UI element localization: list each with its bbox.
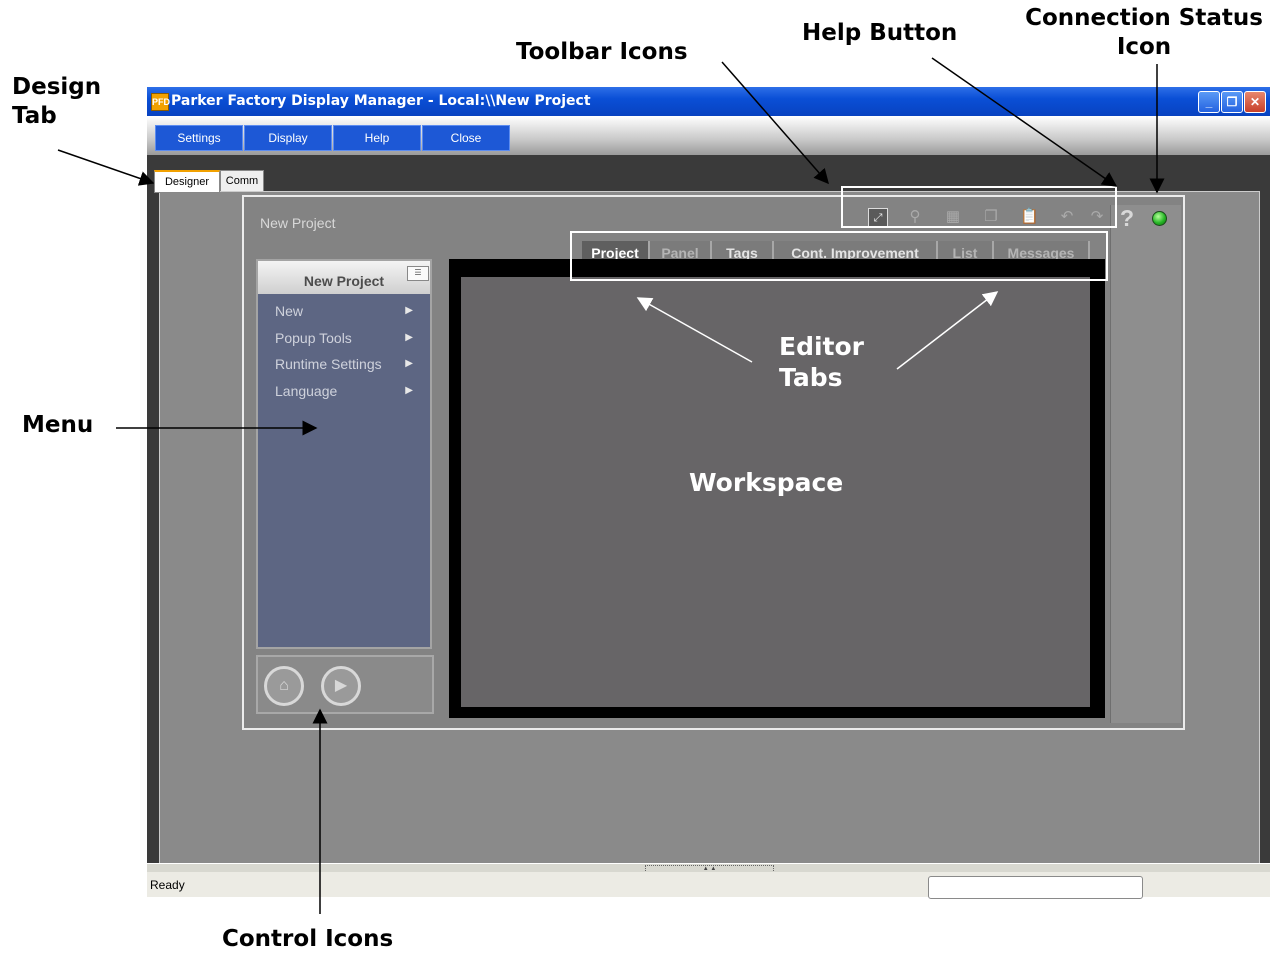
arrow-toolbar-icons [721,61,829,185]
arrow-help-button [931,57,1118,187]
tab-designer[interactable]: Designer [154,170,220,193]
arrow-editor-tabs-left [636,297,753,363]
arrow-editor-tabs-right [896,291,999,370]
arrow-design-tab [57,149,155,186]
annotation-arrows [57,57,1165,914]
